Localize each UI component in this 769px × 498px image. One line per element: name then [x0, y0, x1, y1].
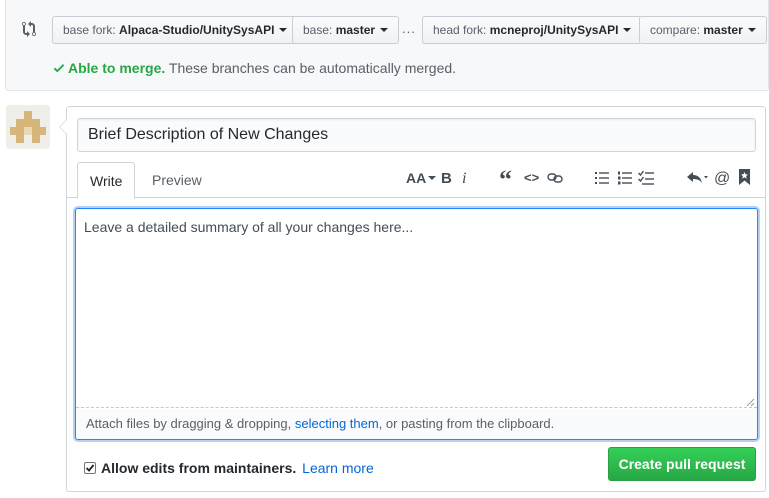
avatar-identicon [10, 111, 46, 143]
text-size-icon[interactable]: AA [406, 170, 437, 188]
task-list-icon[interactable] [638, 170, 654, 188]
attach-prefix: Attach files by dragging & dropping, [86, 416, 295, 431]
bookmark-icon[interactable] [739, 169, 751, 187]
maintainer-edits-checkbox[interactable] [84, 462, 96, 474]
compare-bar: base fork: Alpaca-Studio/UnitySysAPI bas… [5, 0, 769, 91]
pr-title-input[interactable]: Brief Description of New Changes [77, 118, 756, 152]
bold-icon[interactable]: B [441, 170, 452, 188]
compare-branch-value: master [703, 23, 743, 37]
caret-down-icon [623, 27, 632, 32]
head-fork-select[interactable]: head fork: mcneproj/UnitySysAPI [422, 16, 643, 44]
reply-icon[interactable] [687, 170, 709, 188]
base-branch-value: master [335, 23, 376, 37]
ordered-list-icon[interactable] [618, 171, 632, 189]
head-fork-label: head fork: [433, 23, 487, 37]
base-branch-select[interactable]: base: master [292, 16, 400, 44]
maintainer-edits-label[interactable]: Allow edits from maintainers. [101, 460, 296, 476]
base-branch-label: base: [303, 23, 333, 37]
text-size-glyph: AA [406, 170, 427, 186]
tab-write[interactable]: Write [77, 162, 136, 199]
pull-request-form: Brief Description of New Changes Write P… [59, 106, 766, 492]
unordered-list-icon[interactable] [595, 171, 609, 189]
merge-status-detail: These branches can be automatically merg… [168, 60, 457, 76]
link-icon[interactable] [547, 171, 563, 189]
merge-status: Able to merge. These branches can be aut… [53, 60, 456, 76]
tab-preview[interactable]: Preview [140, 162, 214, 198]
head-fork-value: mcneproj/UnitySysAPI [489, 23, 619, 37]
caret-down-icon [279, 27, 288, 32]
resize-handle-icon[interactable] [745, 395, 755, 407]
base-fork-value: Alpaca-Studio/UnitySysAPI [119, 23, 275, 37]
check-icon [53, 64, 65, 73]
base-fork-select[interactable]: base fork: Alpaca-Studio/UnitySysAPI [52, 16, 299, 44]
check-icon [85, 464, 95, 472]
pr-body-editor: Leave a detailed summary of all your cha… [75, 208, 758, 440]
maintainer-edits-row: Allow edits from maintainers. Learn more [84, 460, 374, 476]
attach-suffix: , or pasting from the clipboard. [378, 416, 555, 431]
italic-icon[interactable]: i [462, 170, 466, 188]
select-files-link[interactable]: selecting them [295, 416, 379, 431]
merge-status-text: Able to merge. [68, 60, 166, 76]
attach-files-zone[interactable]: Attach files by dragging & dropping, sel… [76, 409, 757, 439]
compare-branch-select[interactable]: compare: master [639, 16, 767, 44]
caret-down-icon [380, 27, 389, 32]
code-icon[interactable]: <> [524, 170, 539, 188]
range-separator: ... [402, 21, 416, 36]
mention-icon[interactable]: @ [714, 170, 730, 188]
compare-branch-label: compare: [650, 23, 701, 37]
pr-body-textarea[interactable]: Leave a detailed summary of all your cha… [76, 209, 757, 408]
caret-down-icon [747, 27, 756, 32]
base-fork-label: base fork: [63, 23, 116, 37]
compare-icon [22, 21, 38, 37]
create-pull-request-button[interactable]: Create pull request [608, 447, 756, 481]
learn-more-link[interactable]: Learn more [302, 460, 374, 476]
avatar[interactable] [6, 105, 50, 149]
quote-icon[interactable]: “ [499, 165, 512, 194]
